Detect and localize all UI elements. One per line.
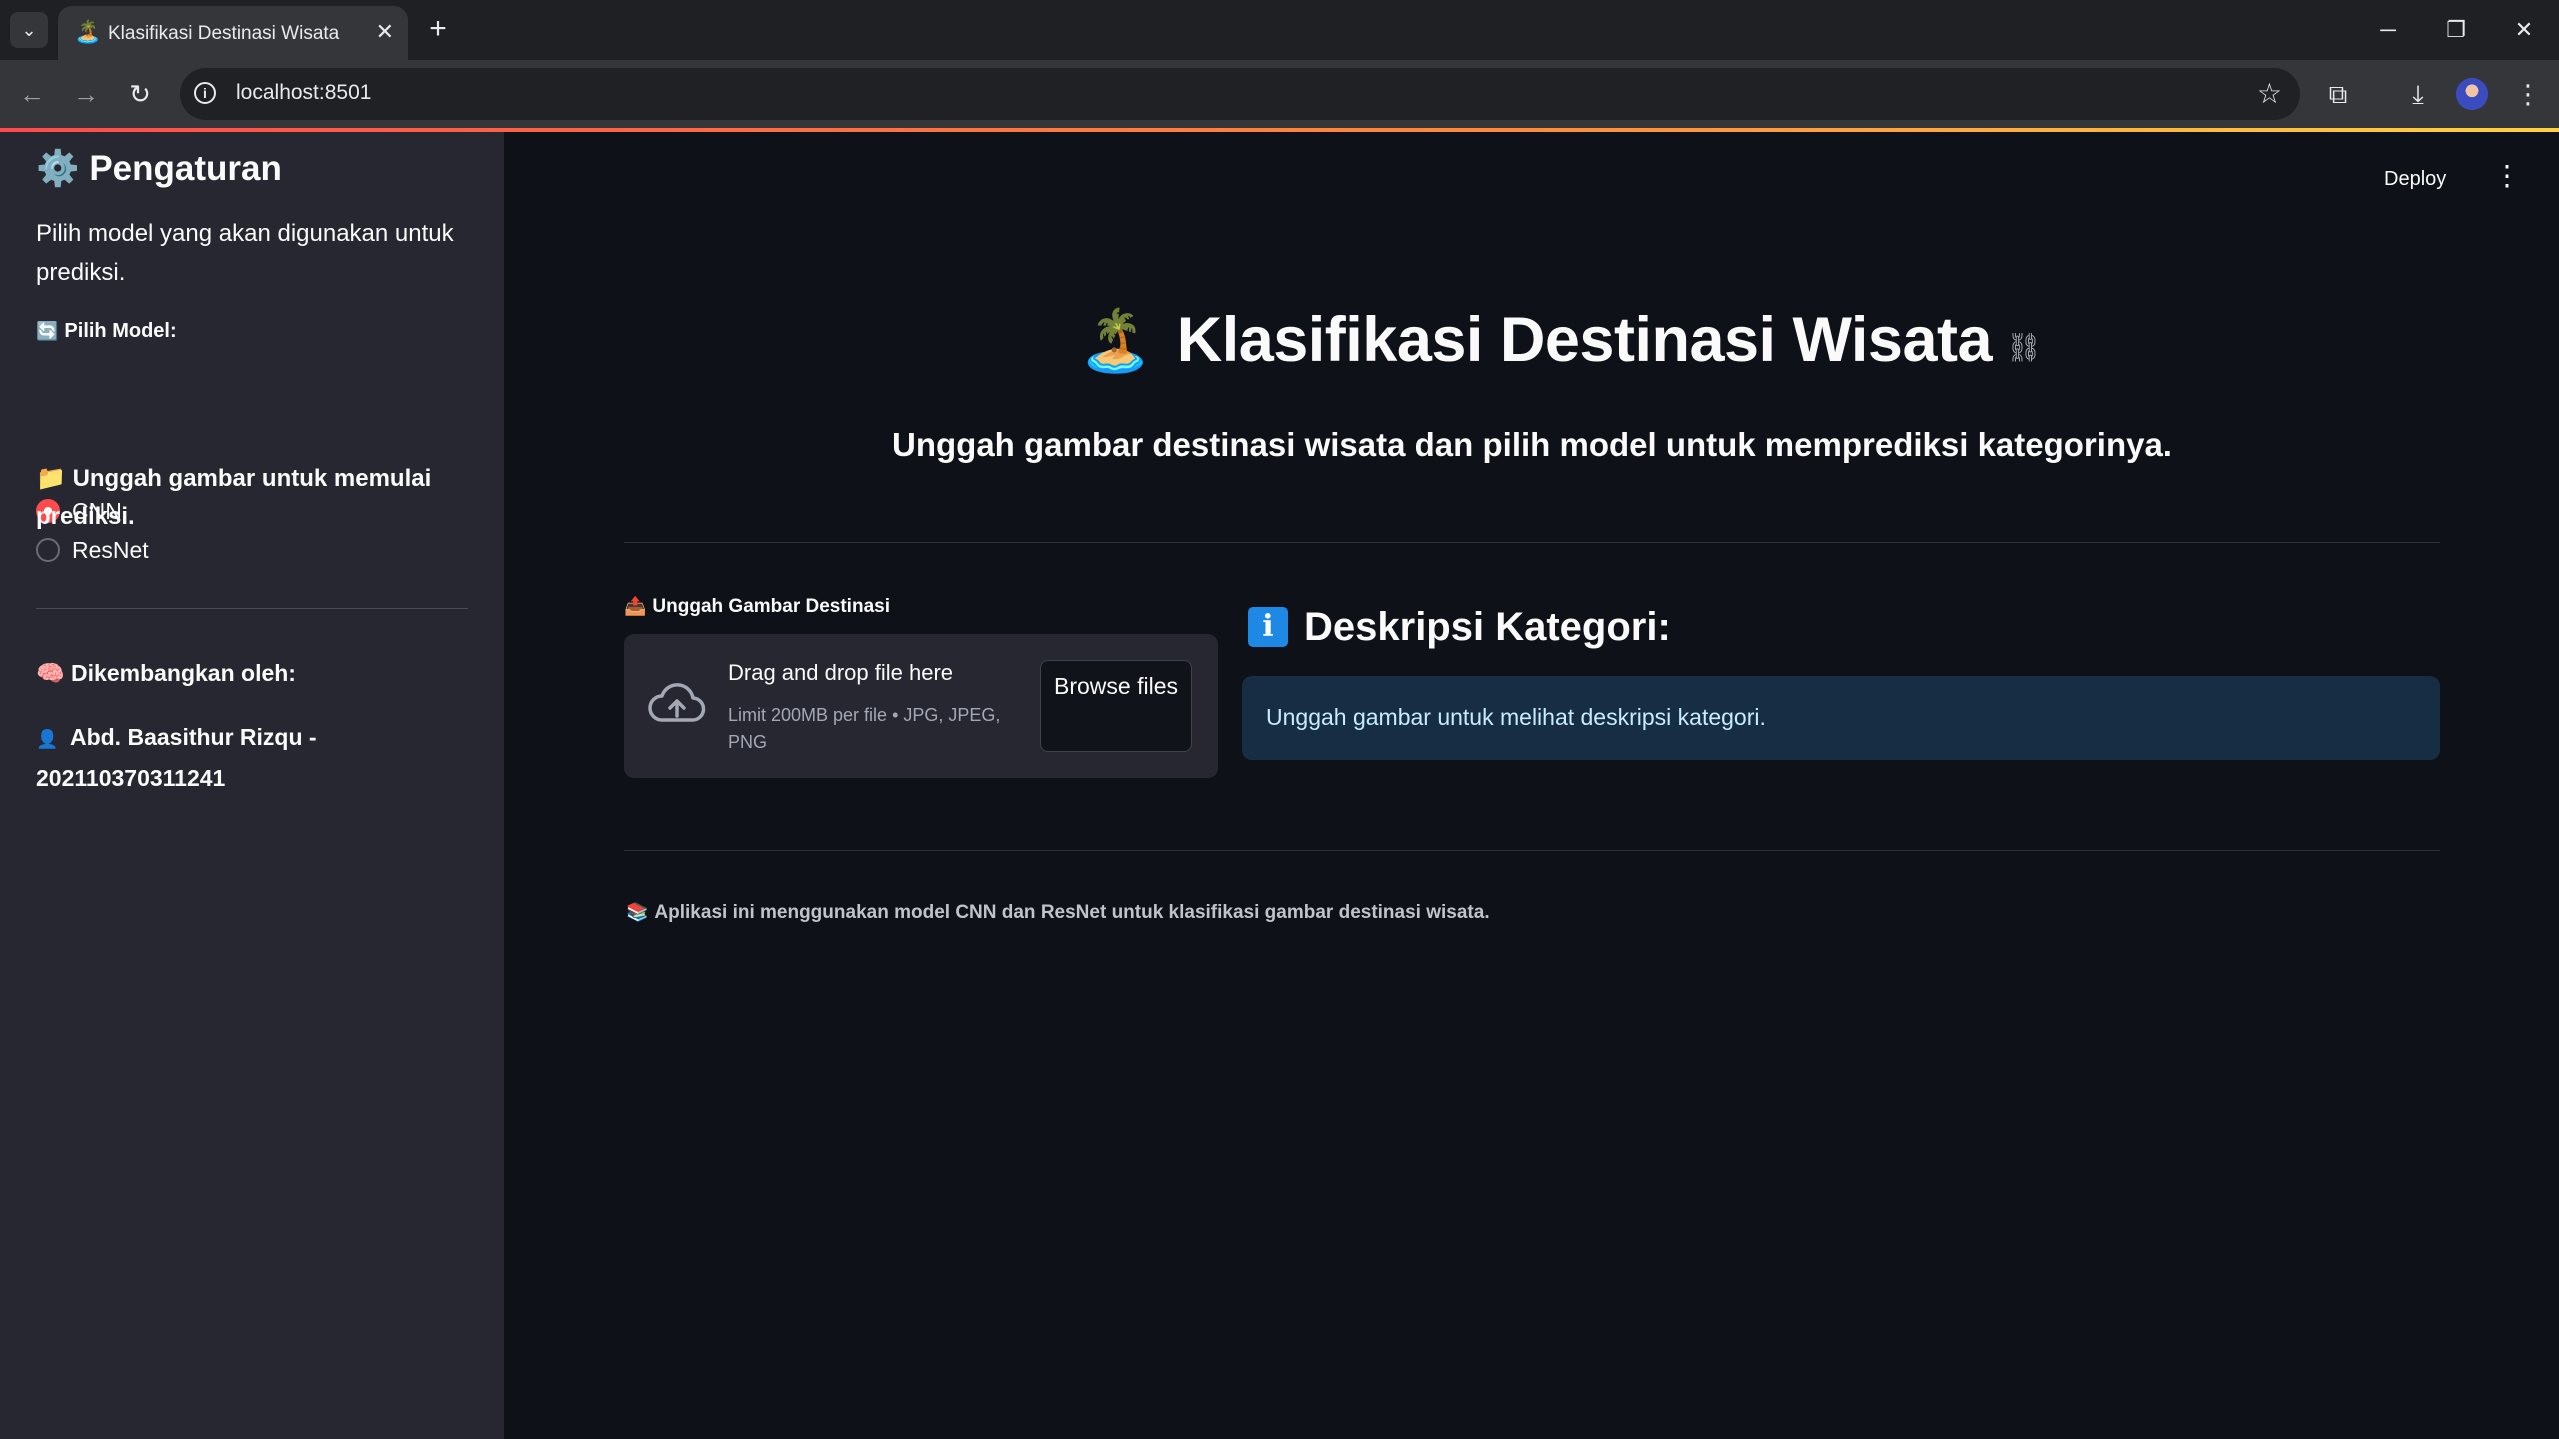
back-arrow-icon[interactable]: ← [12, 74, 52, 114]
main-divider-bottom [624, 850, 2440, 851]
sidebar-title-text: Pengaturan [89, 149, 282, 188]
brain-icon: 🧠 [36, 660, 65, 686]
profile-avatar[interactable] [2456, 78, 2488, 110]
folder-icon: 📁 [36, 465, 66, 492]
dropzone-limit: Limit 200MB per file • JPG, JPEG, PNG [728, 705, 1001, 752]
radio-button-unselected[interactable] [36, 538, 60, 562]
anchor-link-icon[interactable]: ⛓ [2006, 331, 2042, 364]
browser-tab-bar: ⌄ 🏝️ Klasifikasi Destinasi Wisata ✕ + ─ … [0, 0, 2559, 60]
main-menu-icon[interactable]: ⋮ [2493, 162, 2521, 190]
tab-close-icon[interactable]: ✕ [376, 19, 394, 45]
restore-icon[interactable]: ❐ [2426, 10, 2486, 50]
author-info: 👤 Abd. Baasithur Rizqu - 202110370311241 [36, 718, 476, 798]
footer-caption: 📚 Aplikasi ini menggunakan model CNN dan … [626, 902, 1490, 924]
dropzone-instruction: Drag and drop file here [728, 660, 954, 685]
tab-favicon-icon: 🏝️ [74, 19, 102, 44]
new-tab-plus-icon[interactable]: + [420, 12, 456, 48]
forward-arrow-icon[interactable]: → [66, 74, 106, 114]
radio-label-resnet: ResNet [72, 536, 149, 563]
model-select-label: 🔄 Pilih Model: [36, 320, 177, 343]
upload-label: 📤 Unggah Gambar Destinasi [624, 596, 890, 618]
deploy-button[interactable]: Deploy [2384, 168, 2446, 191]
upload-hint-text: Unggah gambar untuk memulai prediksi. [36, 465, 432, 530]
developed-by-text: Dikembangkan oleh: [71, 660, 296, 686]
page-title-text: Klasifikasi Destinasi Wisata [1176, 305, 1993, 375]
footer-caption-text: Aplikasi ini menggunakan model CNN dan R… [654, 902, 1490, 923]
refresh-icon: 🔄 [36, 321, 59, 341]
address-bar[interactable]: i localhost:8501 ☆ [180, 68, 2300, 120]
tab-title: Klasifikasi Destinasi Wisata [108, 23, 340, 44]
sidebar-description: Pilih model yang akan digunakan untuk pr… [36, 220, 454, 286]
author-text: Abd. Baasithur Rizqu - 202110370311241 [36, 724, 317, 791]
reload-icon[interactable]: ↻ [120, 74, 160, 114]
page-title: 🏝️ Klasifikasi Destinasi Wisata ⛓ [1078, 300, 2042, 380]
browser-toolbar: ← → ↻ i localhost:8501 ☆ ⧉ ⤓ ⋮ [0, 60, 2559, 128]
model-select-label-text: Pilih Model: [64, 320, 177, 342]
extensions-puzzle-icon[interactable]: ⧉ [2318, 74, 2358, 114]
browse-files-button[interactable]: Browse files [1040, 660, 1192, 752]
info-alert: Unggah gambar untuk melihat deskripsi ka… [1242, 676, 2440, 760]
window-close-icon[interactable]: ✕ [2494, 10, 2554, 50]
main-divider-top [624, 542, 2440, 543]
gear-icon: ⚙️ [36, 149, 80, 188]
information-icon: i [1248, 607, 1288, 647]
description-heading: i Deskripsi Kategori: [1248, 604, 1671, 650]
info-alert-text: Unggah gambar untuk melihat deskripsi ka… [1266, 704, 1766, 730]
sidebar-title: ⚙️ Pengaturan [36, 148, 282, 189]
download-icon[interactable]: ⤓ [2398, 74, 2438, 114]
tab-search-chevron-icon[interactable]: ⌄ [10, 12, 48, 48]
upload-hint: 📁 Unggah gambar untuk memulai prediksi. [36, 460, 476, 536]
books-icon: 📚 [626, 902, 649, 922]
address-url: localhost:8501 [236, 81, 372, 104]
sidebar-divider [36, 608, 468, 609]
browser-tab[interactable]: 🏝️ Klasifikasi Destinasi Wisata ✕ [58, 6, 408, 60]
page-subtitle: Unggah gambar destinasi wisata dan pilih… [892, 426, 2172, 463]
site-info-icon[interactable]: i [194, 82, 216, 104]
description-heading-text: Deskripsi Kategori: [1304, 604, 1671, 649]
developed-by-label: 🧠 Dikembangkan oleh: [36, 660, 296, 687]
minimize-icon[interactable]: ─ [2358, 10, 2418, 50]
file-dropzone[interactable]: Drag and drop file here Limit 200MB per … [624, 634, 1218, 778]
upload-label-text: Unggah Gambar Destinasi [652, 596, 890, 617]
island-icon: 🏝️ [1078, 306, 1153, 374]
radio-option-resnet[interactable]: ResNet [36, 535, 149, 565]
bookmark-star-icon[interactable]: ☆ [2257, 77, 2282, 110]
cloud-upload-icon [648, 683, 706, 722]
person-icon: 👤 [36, 729, 59, 749]
browser-menu-icon[interactable]: ⋮ [2508, 74, 2548, 114]
outbox-icon: 📤 [624, 596, 647, 616]
